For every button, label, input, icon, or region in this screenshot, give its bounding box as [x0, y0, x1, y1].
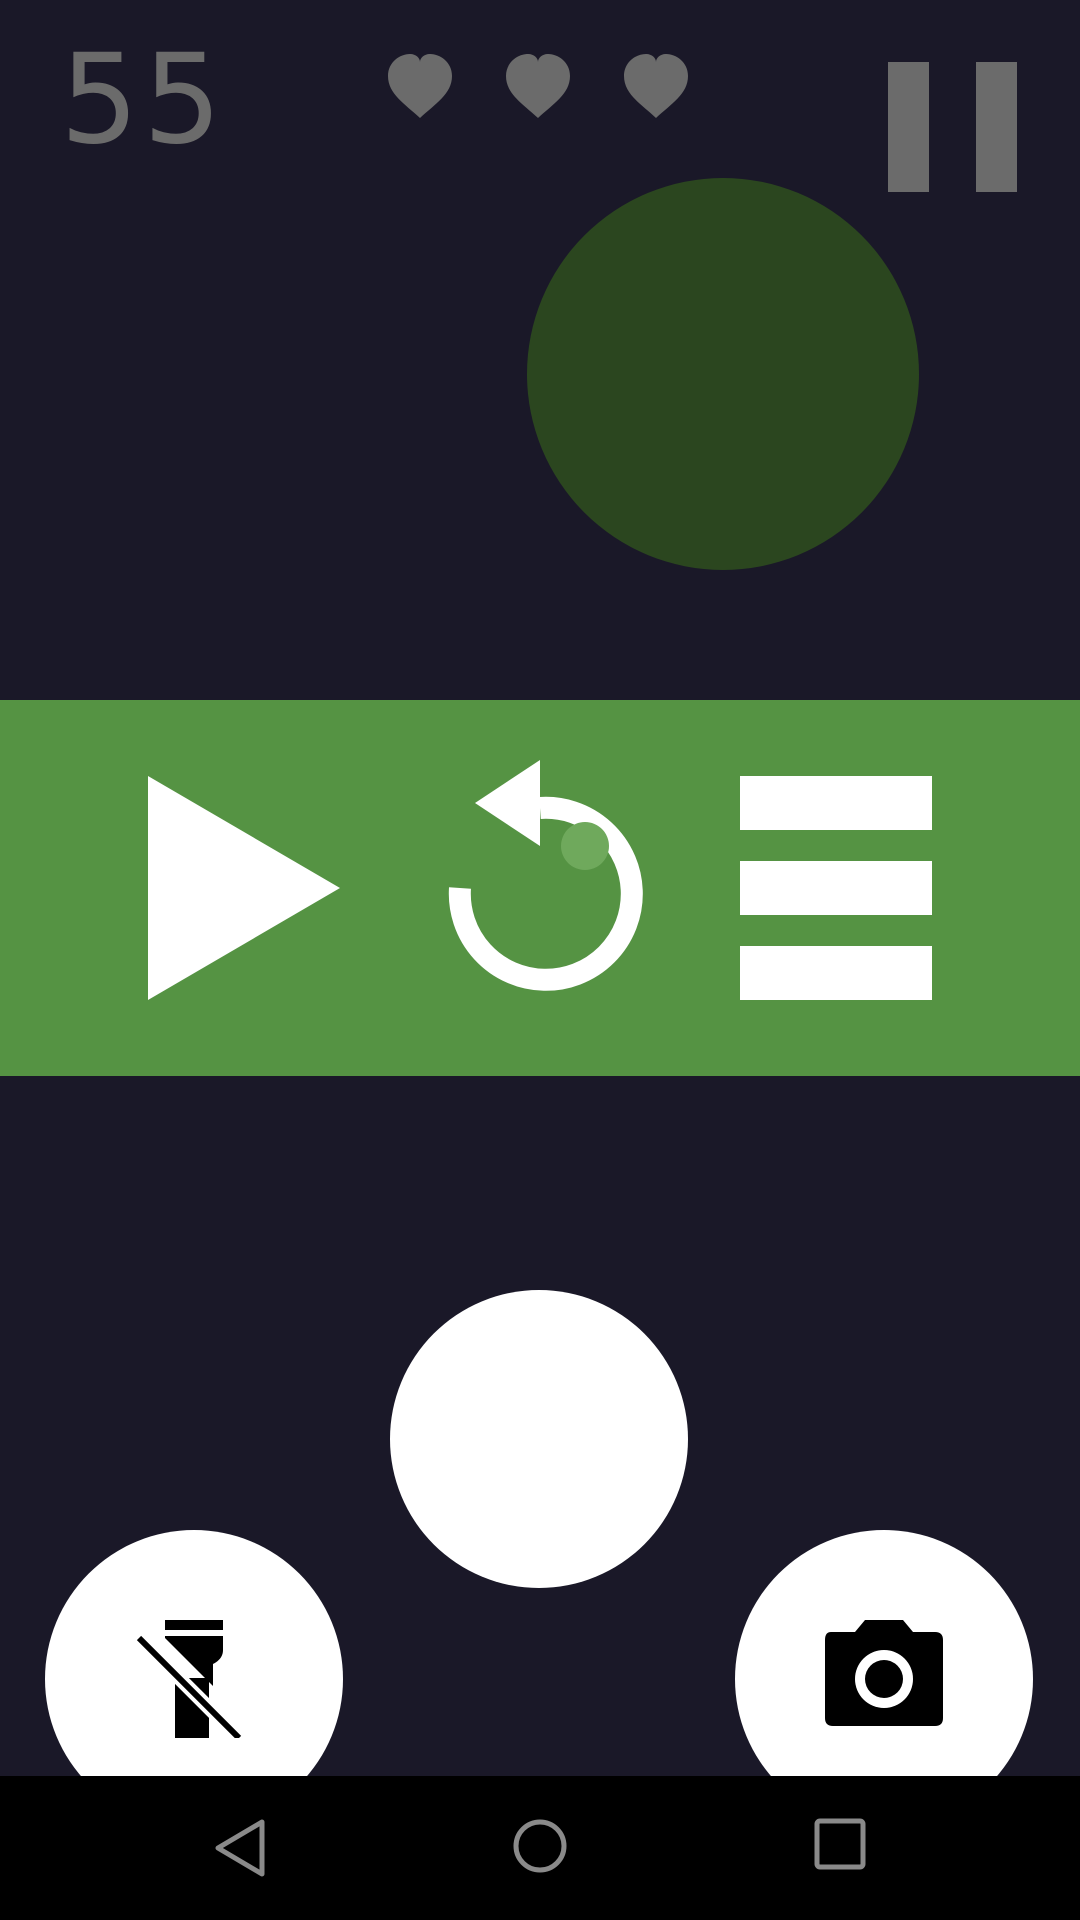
pause-menu-bar [0, 700, 1080, 1076]
flashlight-off-icon [136, 1620, 242, 1738]
home-button[interactable] [510, 1816, 570, 1876]
pause-button[interactable] [880, 60, 1020, 195]
home-icon [513, 1819, 567, 1873]
back-icon [215, 1819, 265, 1877]
heart-icon [388, 54, 452, 118]
play-icon [148, 776, 340, 1000]
restart-button[interactable] [435, 758, 645, 998]
heart-icon [624, 54, 688, 118]
pause-icon [976, 62, 1017, 192]
menu-icon [740, 776, 932, 1000]
shutter-button[interactable] [390, 1290, 688, 1588]
recents-button[interactable] [812, 1816, 868, 1872]
camera-icon [825, 1620, 943, 1726]
system-navigation-bar [0, 1776, 1080, 1920]
play-button[interactable] [140, 770, 350, 1006]
heart-icon [506, 54, 570, 118]
game-screen[interactable]: 55 [0, 0, 1080, 1920]
score-display: 55 [60, 28, 226, 172]
recents-icon [814, 1818, 866, 1870]
lives-indicator [380, 48, 700, 128]
back-button[interactable] [210, 1816, 270, 1880]
menu-button[interactable] [738, 774, 934, 1002]
restart-icon [448, 760, 643, 991]
target-circle[interactable] [527, 178, 919, 570]
pause-icon [888, 62, 929, 192]
